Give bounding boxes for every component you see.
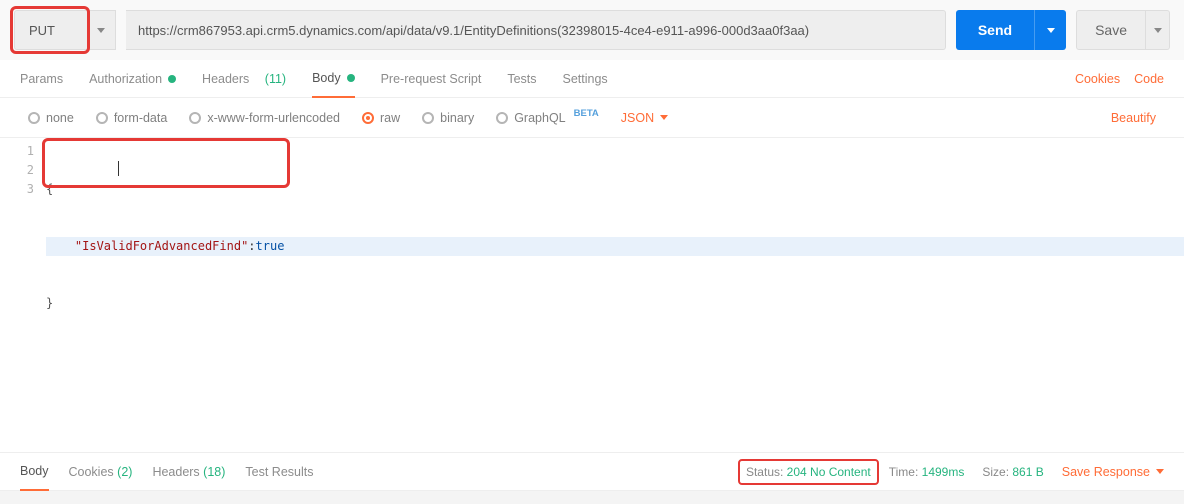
radio-form-data[interactable]: form-data: [96, 111, 168, 125]
radio-icon: [189, 112, 201, 124]
radio-raw[interactable]: raw: [362, 111, 400, 125]
save-button[interactable]: Save: [1076, 10, 1146, 50]
radio-icon: [496, 112, 508, 124]
chevron-down-icon: [660, 115, 668, 120]
editor-code[interactable]: { "IsValidForAdvancedFind":true }: [40, 138, 1184, 452]
resp-tab-cookies[interactable]: Cookies (2): [69, 453, 133, 491]
size-label: Size:: [982, 465, 1009, 479]
url-input[interactable]: [126, 10, 946, 50]
http-method-select[interactable]: PUT: [14, 10, 116, 50]
radio-graphql[interactable]: GraphQLBETA: [496, 111, 599, 125]
radio-icon: [96, 112, 108, 124]
response-body-area: [0, 490, 1184, 504]
resp-cookies-count: (2): [117, 465, 132, 479]
tab-params[interactable]: Params: [20, 60, 63, 98]
tab-body[interactable]: Body: [312, 60, 355, 98]
body-editor[interactable]: 1 2 3 { "IsValidForAdvancedFind":true }: [0, 138, 1184, 452]
send-dropdown[interactable]: [1034, 10, 1066, 50]
radio-binary[interactable]: binary: [422, 111, 474, 125]
headers-count: (11): [265, 72, 286, 86]
tab-tests[interactable]: Tests: [507, 60, 536, 98]
size-value: 861 B: [1012, 465, 1043, 479]
code-link[interactable]: Code: [1134, 72, 1164, 86]
resp-tab-testresults[interactable]: Test Results: [245, 453, 313, 491]
graphql-beta-badge: BETA: [574, 108, 599, 119]
tab-headers[interactable]: Headers (11): [202, 60, 286, 98]
status-dot-icon: [347, 74, 355, 82]
resp-tab-headers[interactable]: Headers (18): [152, 453, 225, 491]
time-value: 1499ms: [922, 465, 965, 479]
send-button[interactable]: Send: [956, 10, 1034, 50]
beautify-link[interactable]: Beautify: [1111, 111, 1156, 125]
radio-icon: [422, 112, 434, 124]
status-dot-icon: [168, 75, 176, 83]
resp-headers-count: (18): [203, 465, 225, 479]
tab-authorization[interactable]: Authorization: [89, 60, 176, 98]
tab-settings[interactable]: Settings: [563, 60, 608, 98]
radio-urlencoded[interactable]: x-www-form-urlencoded: [189, 111, 340, 125]
radio-icon: [28, 112, 40, 124]
status-label: Status:: [746, 465, 783, 479]
resp-tab-body[interactable]: Body: [20, 453, 49, 491]
radio-none[interactable]: none: [28, 111, 74, 125]
text-cursor: [118, 161, 119, 176]
http-method-label: PUT: [29, 23, 55, 38]
save-response-dropdown[interactable]: Save Response: [1062, 465, 1164, 479]
save-button-label: Save: [1095, 22, 1127, 38]
time-label: Time:: [889, 465, 919, 479]
chevron-down-icon: [1047, 28, 1055, 33]
chevron-down-icon: [1154, 28, 1162, 33]
chevron-down-icon: [1156, 469, 1164, 474]
tab-prerequest[interactable]: Pre-request Script: [381, 60, 482, 98]
status-value: 204 No Content: [787, 465, 871, 479]
chevron-down-icon: [97, 28, 105, 33]
radio-icon: [362, 112, 374, 124]
content-type-select[interactable]: JSON: [621, 111, 668, 125]
send-button-label: Send: [978, 22, 1012, 38]
save-dropdown[interactable]: [1146, 10, 1170, 50]
cookies-link[interactable]: Cookies: [1075, 72, 1120, 86]
editor-gutter: 1 2 3: [0, 138, 40, 452]
